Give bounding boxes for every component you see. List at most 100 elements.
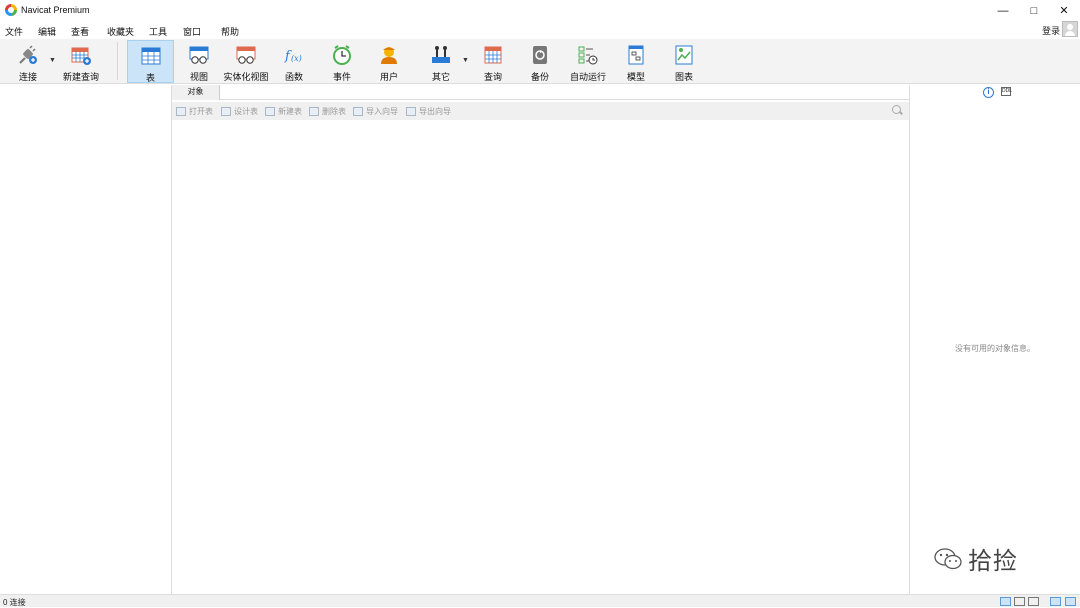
import-wizard-label: 导入向导: [366, 107, 398, 116]
connection-count: 0 连接: [3, 598, 26, 607]
import-wizard-button[interactable]: 导入向导: [353, 106, 398, 117]
new-query-button[interactable]: 新建查询: [58, 40, 104, 83]
materialized-view-label: 实体化视图: [223, 72, 269, 82]
view-label: 视图: [189, 72, 208, 82]
backup-icon: [529, 44, 551, 66]
clock-icon: [331, 44, 353, 66]
open-table-icon: [176, 107, 186, 116]
other-button[interactable]: 其它: [421, 40, 461, 83]
info-panel: i DDL 没有可用的对象信息。: [909, 85, 1080, 594]
menu-edit[interactable]: 编辑: [38, 25, 56, 38]
view-icon: [188, 44, 210, 66]
materialized-view-icon: [235, 44, 257, 66]
object-toolbar: 打开表 设计表 新建表 删除表 导入向导 导出向导: [172, 102, 909, 120]
toggle-nav-pane-icon[interactable]: [1050, 597, 1061, 606]
query-label: 查询: [483, 72, 502, 82]
er-diagram-view-icon[interactable]: [1028, 597, 1039, 606]
status-bar: 0 连接: [0, 594, 1080, 607]
chart-label: 图表: [674, 72, 693, 82]
delete-table-label: 删除表: [322, 107, 346, 116]
watermark: 拾捡: [934, 541, 1018, 576]
svg-text:(x): (x): [291, 54, 302, 63]
model-label: 模型: [626, 72, 645, 82]
export-wizard-button[interactable]: 导出向导: [406, 106, 451, 117]
title-bar: Navicat Premium — □ ✕: [0, 0, 1080, 21]
maximize-button[interactable]: □: [1019, 0, 1049, 21]
model-icon: [625, 44, 647, 66]
user-avatar-icon[interactable]: [1062, 21, 1078, 37]
design-table-label: 设计表: [234, 107, 258, 116]
list-view-icon[interactable]: [1000, 597, 1011, 606]
function-icon: f (x): [283, 44, 305, 66]
chart-button[interactable]: 图表: [664, 40, 704, 83]
new-table-label: 新建表: [278, 107, 302, 116]
function-button[interactable]: f (x) 函数: [274, 40, 314, 83]
backup-button[interactable]: 备份: [520, 40, 560, 83]
plug-icon: [17, 44, 39, 66]
ddl-icon[interactable]: DDL: [1001, 87, 1012, 96]
new-table-icon: [265, 107, 275, 116]
login-link[interactable]: 登录: [1042, 24, 1060, 37]
connect-label: 连接: [18, 72, 37, 82]
navicat-logo-icon: [5, 4, 17, 16]
menu-bar: 文件 编辑 查看 收藏夹 工具 窗口 帮助 登录: [0, 21, 1080, 39]
backup-label: 备份: [530, 72, 549, 82]
table-icon: [140, 45, 162, 67]
menu-help[interactable]: 帮助: [221, 25, 239, 38]
connect-button[interactable]: 连接: [8, 40, 48, 83]
automation-label: 自动运行: [569, 72, 606, 82]
user-button[interactable]: 用户: [369, 40, 409, 83]
close-button[interactable]: ✕: [1049, 0, 1079, 21]
minimize-button[interactable]: —: [988, 0, 1018, 21]
menu-view[interactable]: 查看: [71, 25, 89, 38]
automation-button[interactable]: 自动运行: [568, 40, 608, 83]
view-button[interactable]: 视图: [178, 40, 220, 83]
function-label: 函数: [284, 72, 303, 82]
tab-objects[interactable]: 对象: [172, 85, 220, 100]
menu-file[interactable]: 文件: [5, 25, 23, 38]
chart-icon: [673, 44, 695, 66]
window-title: Navicat Premium: [21, 5, 90, 15]
connect-dropdown-icon[interactable]: ▼: [49, 57, 56, 64]
delete-table-icon: [309, 107, 319, 116]
export-wizard-icon: [406, 107, 416, 116]
query-button[interactable]: 查询: [473, 40, 513, 83]
user-label: 用户: [379, 72, 398, 82]
new-query-icon: [70, 44, 92, 66]
delete-table-button[interactable]: 删除表: [309, 106, 346, 117]
main-toolbar: 连接 ▼ 新建查询 表 视图 实体化视图 f (x) 函数 事件 用户 其它 ▼…: [0, 39, 1080, 84]
design-table-button[interactable]: 设计表: [221, 106, 258, 117]
info-icon[interactable]: i: [983, 87, 994, 98]
search-icon[interactable]: [892, 105, 901, 114]
toolbar-separator: [117, 42, 118, 80]
connection-tree-pane[interactable]: [0, 85, 172, 594]
menu-window[interactable]: 窗口: [183, 25, 201, 38]
open-table-label: 打开表: [189, 107, 213, 116]
no-info-message: 没有可用的对象信息。: [955, 344, 1035, 353]
detail-view-icon[interactable]: [1014, 597, 1025, 606]
model-button[interactable]: 模型: [616, 40, 656, 83]
tools-icon: [430, 44, 452, 66]
menu-tools[interactable]: 工具: [149, 25, 167, 38]
event-label: 事件: [332, 72, 351, 82]
user-icon: [378, 44, 400, 66]
menu-favorites[interactable]: 收藏夹: [107, 25, 134, 38]
table-label: 表: [145, 73, 155, 83]
object-list[interactable]: [172, 120, 909, 594]
watermark-text: 拾捡: [968, 547, 1018, 575]
query-icon: [482, 44, 504, 66]
other-dropdown-icon[interactable]: ▼: [462, 57, 469, 64]
wechat-icon: [934, 547, 962, 569]
export-wizard-label: 导出向导: [419, 107, 451, 116]
toggle-info-pane-icon[interactable]: [1065, 597, 1076, 606]
open-table-button[interactable]: 打开表: [176, 106, 213, 117]
other-label: 其它: [431, 72, 450, 82]
design-table-icon: [221, 107, 231, 116]
import-wizard-icon: [353, 107, 363, 116]
automation-icon: [577, 44, 599, 66]
tab-strip: 对象: [172, 85, 909, 100]
new-table-button[interactable]: 新建表: [265, 106, 302, 117]
materialized-view-button[interactable]: 实体化视图: [222, 40, 270, 83]
table-button[interactable]: 表: [127, 40, 174, 83]
event-button[interactable]: 事件: [322, 40, 362, 83]
